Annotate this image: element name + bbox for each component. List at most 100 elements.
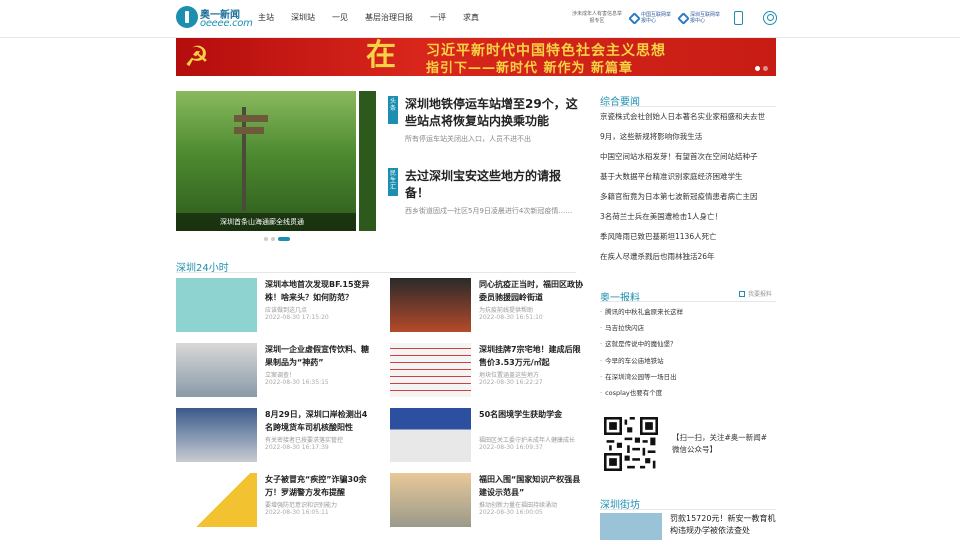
news-card[interactable]: 深圳挂牌7宗宅地！建成后限售价3.53万元/㎡起 地块位置涵盖这些地方 2022… bbox=[390, 343, 590, 399]
baoliao-item[interactable]: cosplay也要有个度 bbox=[600, 389, 776, 405]
signpost-graphic bbox=[234, 127, 264, 134]
nav-item-yijian[interactable]: 一见 bbox=[332, 12, 348, 23]
news-thumbnail bbox=[390, 343, 471, 397]
nav-item-home[interactable]: 主站 bbox=[258, 12, 274, 23]
news-time: 2022-08-30 16:09:37 bbox=[479, 444, 543, 451]
nav-item-yiping[interactable]: 一评 bbox=[430, 12, 446, 23]
banner-big-char: 在 bbox=[366, 38, 396, 73]
baoliao-item[interactable]: 这就是传说中的魔仙堡？ bbox=[600, 340, 776, 356]
baoliao-item[interactable]: 今早的车公庙地铁站 bbox=[600, 357, 776, 373]
news-title[interactable]: 8月29日，深圳口岸检测出4名跨境货车司机核酸阳性 bbox=[265, 408, 373, 434]
user-icon[interactable] bbox=[763, 11, 777, 25]
news-card[interactable]: 深圳一企业虚假宣传饮料、糖果制品为“神药” 立案调查！ 2022-08-30 1… bbox=[176, 343, 376, 399]
news-title[interactable]: 深圳挂牌7宗宅地！建成后限售价3.53万元/㎡起 bbox=[479, 343, 587, 369]
report-center-label: 中国互联网举报中心 bbox=[641, 12, 672, 24]
jiefang-card[interactable]: 罚款15720元！新安一教育机构违规办学被依法查处 bbox=[600, 513, 776, 540]
report-center-icon bbox=[677, 11, 690, 25]
slider-dot[interactable] bbox=[264, 237, 268, 241]
slider-pager bbox=[264, 237, 290, 241]
news-summary: 应该做到这几点 bbox=[265, 307, 308, 314]
submit-tip-link[interactable]: 我要报料 bbox=[739, 289, 772, 298]
zonghe-item[interactable]: 中国空间站水稻发芽！有望首次在空间站结种子 bbox=[600, 151, 776, 171]
news-card[interactable]: 8月29日，深圳口岸检测出4名跨境货车司机核酸阳性 有关密接者已按要求落实管控 … bbox=[176, 408, 376, 464]
news-title[interactable]: 深圳本地首次发现BF.15变异株！啥来头？如何防范？ bbox=[265, 278, 373, 304]
news-title[interactable]: 女子被冒充“疾控”诈骗30余万！罗湖警方发布提醒 bbox=[265, 473, 373, 499]
site-header: 奥一新闻 oeeee.com 主站 深圳站 一见 基层治理日报 一评 求真 涉未… bbox=[0, 0, 960, 38]
zonghe-item[interactable]: 京瓷株式会社创始人日本著名实业家稻盛和夫去世 bbox=[600, 111, 776, 131]
news-card[interactable]: 女子被冒充“疾控”诈骗30余万！罗湖警方发布提醒 要增强防范意识和识别能力 20… bbox=[176, 473, 376, 529]
section-divider bbox=[600, 301, 776, 302]
news-title[interactable]: 深圳一企业虚假宣传饮料、糖果制品为“神药” bbox=[265, 343, 373, 369]
featured-slider[interactable]: 深圳首条山海通廊全线贯通 bbox=[176, 91, 376, 231]
mobile-icon[interactable] bbox=[734, 11, 743, 25]
slider-next-preview bbox=[356, 91, 376, 231]
nav-item-shenzhen[interactable]: 深圳站 bbox=[291, 12, 315, 23]
news-thumbnail bbox=[390, 278, 471, 332]
headline-title[interactable]: 去过深圳宝安这些地方的请报备！ bbox=[405, 168, 580, 202]
news-summary: 推动创新力量在福田持续涌动 bbox=[479, 502, 558, 509]
news-time: 2022-08-30 16:00:05 bbox=[479, 509, 543, 516]
nav-item-qiuzhen[interactable]: 求真 bbox=[463, 12, 479, 23]
site-logo[interactable]: 奥一新闻 oeeee.com bbox=[176, 6, 253, 32]
baoliao-item[interactable]: 在深圳湾公园等一场日出 bbox=[600, 373, 776, 389]
news-thumbnail bbox=[176, 343, 257, 397]
headline-subtitle: 西乡街道固戍一社区5月9日凌晨进行4次新冠疫情…… bbox=[405, 207, 573, 215]
news-title[interactable]: 福田入围“国家知识产权强县建设示范县” bbox=[479, 473, 587, 499]
zonghe-list: 京瓷株式会社创始人日本著名实业家稻盛和夫去世 9月，这些新规将影响你我生活 中国… bbox=[600, 111, 776, 271]
logo-mark-icon bbox=[176, 6, 198, 28]
news-time: 2022-08-30 16:05:11 bbox=[265, 509, 329, 516]
news-time: 2022-08-30 16:17:39 bbox=[265, 444, 329, 451]
party-emblem-icon: ☭ bbox=[184, 40, 210, 73]
headline-tag: 头条 bbox=[388, 96, 398, 124]
promo-banner[interactable]: ☭ 在 习近平新时代中国特色社会主义思想 指引下——新时代 新作为 新篇章 bbox=[176, 38, 776, 76]
report-center-shenzhen[interactable]: 深圳互联网举报中心 bbox=[677, 11, 721, 25]
banner-dot[interactable] bbox=[755, 66, 760, 71]
qr-code bbox=[604, 417, 658, 471]
slider-image bbox=[176, 91, 376, 231]
report-center-china[interactable]: 中国互联网举报中心 bbox=[628, 11, 672, 25]
zonghe-item[interactable]: 9月，这些新规将影响你我生活 bbox=[600, 131, 776, 151]
report-center-label: 深圳互联网举报中心 bbox=[690, 12, 721, 24]
zonghe-item[interactable]: 在疾人尽遭杀戮后也雨林独活26年 bbox=[600, 251, 776, 271]
news-card[interactable]: 同心抗疫正当时，福田区政协委员驰援园岭街道 为抗疫前线提供帮助 2022-08-… bbox=[390, 278, 590, 334]
section-divider bbox=[600, 106, 776, 107]
headline-livelihood[interactable]: 民生汇 去过深圳宝安这些地方的请报备！ 西乡街道固戍一社区5月9日凌晨进行4次新… bbox=[388, 168, 578, 228]
jiefang-thumbnail bbox=[600, 513, 662, 540]
headline-title[interactable]: 深圳地铁停运车站增至29个，这些站点将恢复站内换乘功能 bbox=[405, 96, 580, 130]
news-card[interactable]: 深圳本地首次发现BF.15变异株！啥来头？如何防范？ 应该做到这几点 2022-… bbox=[176, 278, 376, 334]
zonghe-item[interactable]: 多籍官衔竟为日本第七波新冠疫情患者病亡主因 bbox=[600, 191, 776, 211]
nav-item-governance-daily[interactable]: 基层治理日报 bbox=[365, 12, 413, 23]
jiefang-title[interactable]: 罚款15720元！新安一教育机构违规办学被依法查处 bbox=[670, 513, 776, 537]
zonghe-item[interactable]: 季风降雨已致巴基斯坦1136人死亡 bbox=[600, 231, 776, 251]
news-time: 2022-08-30 16:35:15 bbox=[265, 379, 329, 386]
news-thumbnail bbox=[390, 408, 471, 462]
slider-dot-active[interactable] bbox=[278, 237, 290, 241]
news-time: 2022-08-30 16:51:10 bbox=[479, 314, 543, 321]
zonghe-item[interactable]: 基于大数据平台精准识别家庭经济困难学生 bbox=[600, 171, 776, 191]
baoliao-item[interactable]: 腾讯的中秋礼盒原来长这样 bbox=[600, 308, 776, 324]
zonghe-item[interactable]: 3名荷兰士兵在美国遭枪击1人身亡！ bbox=[600, 211, 776, 231]
qr-caption: 【扫一扫，关注#奥一新闻#微信公众号】 bbox=[672, 433, 768, 454]
main-nav: 主站 深圳站 一见 基层治理日报 一评 求真 bbox=[258, 12, 496, 23]
banner-pager bbox=[755, 66, 768, 71]
news-summary: 福田区关工委守护未成年人健康成长 bbox=[479, 437, 576, 444]
signpost-graphic bbox=[234, 115, 268, 122]
logo-domain: oeeee.com bbox=[200, 18, 253, 29]
minor-report-link[interactable]: 涉未成年人有害信息举报专区 bbox=[572, 11, 622, 25]
news-title[interactable]: 同心抗疫正当时，福田区政协委员驰援园岭街道 bbox=[479, 278, 587, 304]
banner-line-2: 指引下——新时代 新作为 新篇章 bbox=[426, 61, 634, 76]
news-time: 2022-08-30 17:15:20 bbox=[265, 314, 329, 321]
news-thumbnail bbox=[176, 473, 257, 527]
headline-tag: 民生汇 bbox=[388, 168, 398, 196]
headline-top[interactable]: 头条 深圳地铁停运车站增至29个，这些站点将恢复站内换乘功能 所有停运车站关闭出… bbox=[388, 96, 578, 156]
header-tools: 涉未成年人有害信息举报专区 中国互联网举报中心 深圳互联网举报中心 bbox=[572, 11, 777, 25]
news-title[interactable]: 50名困境学生获助学金 bbox=[479, 408, 587, 421]
news-card[interactable]: 福田入围“国家知识产权强县建设示范县” 推动创新力量在福田持续涌动 2022-0… bbox=[390, 473, 590, 529]
baoliao-item[interactable]: 马吉拉快闪店 bbox=[600, 324, 776, 340]
news-card[interactable]: 50名困境学生获助学金 福田区关工委守护未成年人健康成长 2022-08-30 … bbox=[390, 408, 590, 464]
news-summary: 要增强防范意识和识别能力 bbox=[265, 502, 338, 509]
news-thumbnail bbox=[176, 278, 257, 332]
section-divider bbox=[600, 509, 776, 510]
banner-dot[interactable] bbox=[763, 66, 768, 71]
slider-dot[interactable] bbox=[271, 237, 275, 241]
